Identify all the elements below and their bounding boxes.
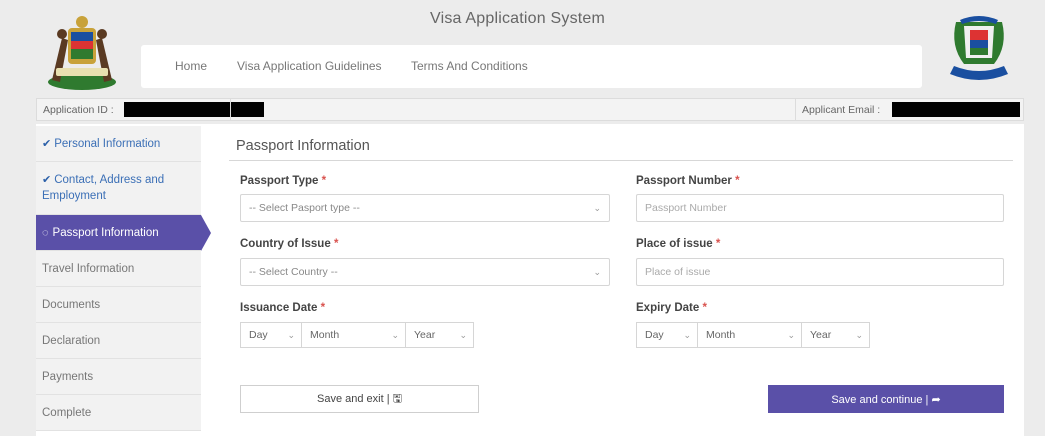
passport-number-label-text: Passport Number [636,175,732,187]
chevron-down-icon: ⌄ [683,330,691,340]
sidebar-item-passport-information[interactable]: ◌ Passport Information [36,215,211,251]
issuance-year-select[interactable]: Year ⌄ [406,322,474,348]
issuance-day-value: Day [249,329,268,341]
sidebar-item-personal-information[interactable]: ✔ Personal Information [36,126,201,162]
application-info-bar: Application ID : Applicant Email : [36,98,1024,121]
place-of-issue-label: Place of issue * [636,238,720,250]
app-header: Visa Application System Home Visa Applic… [0,0,1045,96]
place-of-issue-placeholder: Place of issue [645,266,711,278]
applicant-email-label: Applicant Email : [802,104,881,116]
expiry-year-value: Year [810,329,832,341]
sidebar-item-label: Contact, Address and Employment [42,174,165,202]
passport-number-label: Passport Number * [636,175,740,187]
sidebar-item-travel-information[interactable]: Travel Information [36,251,201,287]
passport-type-select[interactable]: -- Select Pasport type -- ⌄ [240,194,610,222]
save-and-exit-label: Save and exit | 🖫 [317,392,402,405]
country-of-issue-label: Country of Issue * [240,238,338,250]
chevron-down-icon: ⌄ [855,330,863,340]
chevron-down-icon: ⌄ [593,203,601,213]
sidebar-item-label: Documents [42,298,101,311]
issuance-month-select[interactable]: Month ⌄ [302,322,406,348]
expiry-day-value: Day [645,329,664,341]
sidebar-item-label: Personal Information [54,137,161,150]
sidebar-item-contact-address-employment[interactable]: ✔ Contact, Address and Employment [36,162,201,215]
country-of-issue-select[interactable]: -- Select Country -- ⌄ [240,258,610,286]
country-of-issue-value: -- Select Country -- [249,266,338,278]
expiry-month-select[interactable]: Month ⌄ [698,322,802,348]
nav-terms-link[interactable]: Terms And Conditions [411,59,528,73]
expiry-day-select[interactable]: Day ⌄ [636,322,698,348]
passport-type-value: -- Select Pasport type -- [249,202,360,214]
chevron-down-icon: ⌄ [593,267,601,277]
required-marker: * [702,302,707,314]
passport-type-label-text: Passport Type [240,175,319,187]
divider [795,99,796,120]
sidebar-item-label: Complete [42,406,92,419]
issuance-year-value: Year [414,329,436,341]
check-icon: ✔ [42,174,52,186]
passport-number-input[interactable]: Passport Number [636,194,1004,222]
step-sidebar: ✔ Personal Information ✔ Contact, Address… [36,126,211,431]
chevron-down-icon: ⌄ [391,330,399,340]
issuance-date-label: Issuance Date * [240,302,325,314]
nav-guidelines-link[interactable]: Visa Application Guidelines [237,59,382,73]
required-marker: * [333,238,339,250]
spinner-icon: ◌ [42,226,49,239]
required-marker: * [735,175,740,187]
section-divider [229,160,1013,161]
save-and-continue-label: Save and continue | ➦ [831,393,941,406]
redacted-applicant-email [892,102,1020,117]
sidebar-item-complete[interactable]: Complete [36,395,201,431]
sidebar-item-declaration[interactable]: Declaration [36,323,201,359]
expiry-date-label-text: Expiry Date [636,302,700,314]
passport-number-placeholder: Passport Number [645,202,727,214]
top-navbar: Home Visa Application Guidelines Terms A… [141,45,922,88]
chevron-down-icon: ⌄ [787,330,795,340]
expiry-month-value: Month [706,329,736,341]
issuance-date-label-text: Issuance Date [240,302,318,314]
sidebar-item-payments[interactable]: Payments [36,359,201,395]
application-id-label: Application ID : [43,104,114,116]
divider [230,99,231,120]
country-of-issue-label-text: Country of Issue [240,238,331,250]
place-of-issue-input[interactable]: Place of issue [636,258,1004,286]
redacted-application-id [124,102,264,117]
save-and-continue-button[interactable]: Save and continue | ➦ [768,385,1004,413]
expiry-date-group: Day ⌄ Month ⌄ Year ⌄ [636,322,870,348]
check-icon: ✔ [42,138,52,150]
required-marker: * [321,175,327,187]
required-marker: * [320,302,326,314]
chevron-down-icon: ⌄ [459,330,467,340]
expiry-date-label: Expiry Date * [636,302,707,314]
nav-home-link[interactable]: Home [175,59,207,73]
save-and-exit-button[interactable]: Save and exit | 🖫 [240,385,479,413]
chevron-down-icon: ⌄ [287,330,295,340]
coat-of-arms-logo [48,16,116,90]
place-of-issue-label-text: Place of issue [636,238,713,250]
immigration-emblem-logo [950,16,1008,80]
sidebar-item-label: Payments [42,370,94,383]
issuance-day-select[interactable]: Day ⌄ [240,322,302,348]
sidebar-item-documents[interactable]: Documents [36,287,201,323]
issuance-date-group: Day ⌄ Month ⌄ Year ⌄ [240,322,474,348]
required-marker: * [715,238,721,250]
expiry-year-select[interactable]: Year ⌄ [802,322,870,348]
sidebar-item-label: Passport Information [52,226,159,239]
sidebar-item-label: Declaration [42,334,101,347]
sidebar-item-label: Travel Information [42,262,135,275]
form-section-title: Passport Information [236,138,370,154]
passport-type-label: Passport Type * [240,175,326,187]
issuance-month-value: Month [310,329,340,341]
app-title: Visa Application System [430,10,606,27]
